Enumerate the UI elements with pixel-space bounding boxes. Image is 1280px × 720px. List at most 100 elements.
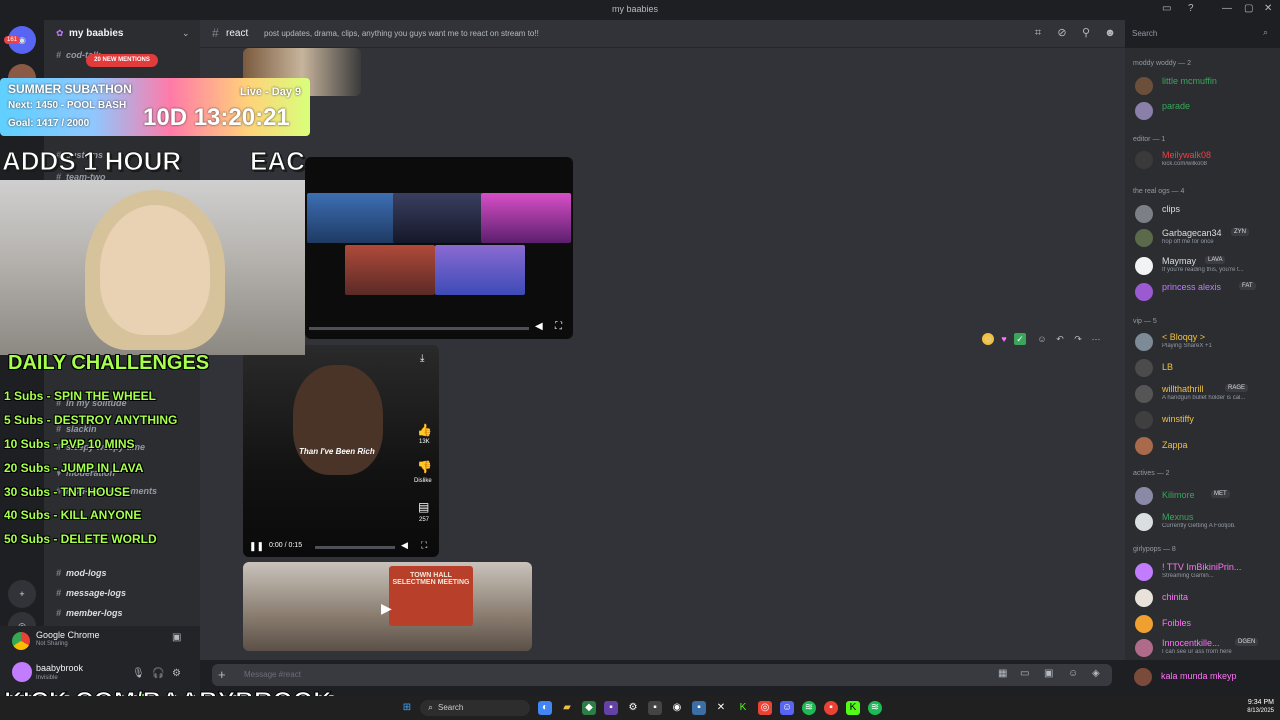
pause-icon[interactable]: ❚❚: [249, 541, 264, 552]
settings-gear-icon[interactable]: ⚙: [172, 668, 181, 679]
pin-icon[interactable]: ⚲: [1080, 27, 1092, 39]
avatar[interactable]: [12, 662, 32, 682]
member-item[interactable]: Mexnus Currently Getting A Footjob.: [1135, 510, 1275, 534]
search-icon: ⌕: [1262, 27, 1268, 37]
channel-item[interactable]: # member-logs: [52, 604, 196, 622]
video-progress[interactable]: [309, 327, 529, 330]
chrome-icon[interactable]: ◎: [758, 701, 772, 715]
fullscreen-icon[interactable]: ⛶: [421, 540, 427, 551]
microphone-icon[interactable]: 🎙: [132, 668, 145, 679]
play-icon[interactable]: ▶: [381, 600, 392, 617]
member-item[interactable]: parade: [1135, 99, 1275, 123]
spotify-icon[interactable]: ≋: [868, 701, 882, 715]
windows-start-icon[interactable]: ⊞: [400, 701, 414, 715]
video-progress[interactable]: [315, 546, 395, 549]
download-icon[interactable]: ⤓: [420, 353, 424, 364]
app-icon[interactable]: ▪: [824, 701, 838, 715]
video-tile: [393, 193, 483, 243]
channel-header: # react post updates, drama, clips, anyt…: [200, 20, 1125, 48]
mute-icon[interactable]: ⊘: [1056, 27, 1068, 39]
app-icon[interactable]: ▪: [692, 701, 706, 715]
forward-icon[interactable]: ↷: [1072, 333, 1084, 345]
heart-icon[interactable]: ♥: [998, 333, 1010, 345]
kick-icon[interactable]: K: [736, 701, 750, 715]
member-item[interactable]: Kilimore MET: [1135, 484, 1275, 508]
taskbar-search-label: Search: [438, 703, 464, 712]
like-icon[interactable]: 👍: [417, 423, 432, 437]
member-item[interactable]: Garbagecan34 ZYN hop off me for once: [1135, 226, 1275, 250]
volume-icon[interactable]: ◀: [401, 540, 408, 551]
obs-icon[interactable]: ◉: [670, 701, 684, 715]
video-time: 0:00 / 0:15: [269, 542, 303, 549]
reply-icon[interactable]: ↶: [1054, 333, 1066, 345]
member-item[interactable]: clips: [1135, 202, 1275, 226]
dislike-icon[interactable]: 👎: [417, 460, 432, 474]
video-attachment[interactable]: TOWN HALL SELECTMEN MEETING ▶: [243, 562, 532, 651]
new-mentions-badge[interactable]: 20 NEW MENTIONS: [86, 54, 158, 67]
username[interactable]: baabybrook: [36, 663, 83, 673]
member-item[interactable]: < Bloqqy > Playing ShareX +1: [1135, 330, 1275, 354]
member-item[interactable]: princess alexis FAT: [1135, 280, 1275, 304]
more-icon[interactable]: ⋯: [1090, 333, 1102, 345]
member-item[interactable]: Zappa: [1135, 434, 1275, 458]
add-server-icon[interactable]: +: [8, 580, 36, 608]
share-screen-icon[interactable]: ▣: [172, 632, 181, 643]
member-item[interactable]: LB: [1135, 356, 1275, 380]
clock-date[interactable]: 8/13/2025: [1232, 708, 1274, 714]
gift-icon[interactable]: ▦: [998, 668, 1007, 679]
app-icon[interactable]: ▪: [604, 701, 618, 715]
chevron-down-icon[interactable]: ⌄: [182, 28, 190, 39]
clock-time[interactable]: 9:34 PM: [1240, 699, 1274, 706]
headphones-icon[interactable]: 🎧: [152, 668, 164, 679]
volume-icon[interactable]: ◀: [535, 321, 543, 332]
member-item[interactable]: chinita: [1135, 586, 1275, 610]
member-item[interactable]: Foibles: [1135, 612, 1275, 636]
inbox-icon[interactable]: ▭: [1162, 3, 1171, 14]
emoji-icon[interactable]: ☺: [1068, 668, 1078, 679]
close-icon[interactable]: ✕: [1264, 3, 1272, 14]
member-item[interactable]: little mcmuffin: [1135, 74, 1275, 98]
discord-icon[interactable]: ☺: [780, 701, 794, 715]
reaction-emoji[interactable]: ☺: [982, 333, 994, 345]
apps-icon[interactable]: ◈: [1092, 668, 1100, 679]
add-reaction-icon[interactable]: ☺: [1036, 333, 1048, 345]
message-input[interactable]: + Message #react ▦ ▭ ▣ ☺ ◈: [212, 664, 1112, 686]
edge-icon[interactable]: ◐: [538, 701, 552, 715]
app-icon[interactable]: ▪: [648, 701, 662, 715]
gif-icon[interactable]: ▭: [1020, 668, 1029, 679]
maximize-icon[interactable]: ▢: [1244, 3, 1253, 14]
member-item[interactable]: Innocentkille... DGEN I can see ur ass fro…: [1135, 636, 1275, 660]
title-bar: my baabies ▭ ? — ▢ ✕: [0, 0, 1280, 20]
channel-item[interactable]: # mod-logs: [52, 564, 196, 582]
avatar: [1135, 487, 1153, 505]
comment-icon[interactable]: ▤: [418, 500, 429, 514]
member-item[interactable]: Meilywalk08 kick.com/wilko08: [1135, 148, 1275, 172]
x-icon[interactable]: ✕: [714, 701, 728, 715]
spotify-icon[interactable]: ≋: [802, 701, 816, 715]
settings-gear-icon[interactable]: ⚙: [626, 701, 640, 715]
member-item[interactable]: willthathrill RAGE A handgun bullet holder…: [1135, 382, 1275, 406]
member-item[interactable]: Maymay LAVA If you're reading this, you're…: [1135, 254, 1275, 278]
subathon-panel: SUMMER SUBATHON Next: 1450 - POOL BASH G…: [0, 78, 310, 136]
taskbar-search[interactable]: ⌕ Search: [420, 700, 530, 716]
channel-item[interactable]: # message-logs: [52, 584, 196, 602]
help-icon[interactable]: ?: [1188, 3, 1194, 14]
video-attachment[interactable]: Than I've Been Rich ⤓ 👍 13K 👎 Dislike ▤ …: [243, 345, 439, 557]
check-icon[interactable]: ✓: [1014, 333, 1026, 345]
search-input[interactable]: Search ⌕: [1128, 24, 1274, 44]
attach-icon[interactable]: +: [218, 667, 226, 682]
threads-icon[interactable]: ⌗: [1032, 27, 1044, 39]
video-attachment[interactable]: ◀ ⛶: [305, 157, 573, 339]
fullscreen-icon[interactable]: ⛶: [555, 321, 562, 332]
kick-icon[interactable]: K: [846, 701, 860, 715]
members-icon[interactable]: ☻: [1104, 27, 1116, 39]
channel-topic[interactable]: post updates, drama, clips, anything you…: [264, 29, 539, 38]
nvidia-icon[interactable]: ◆: [582, 701, 596, 715]
member-item[interactable]: winstiffy: [1135, 408, 1275, 432]
sticker-icon[interactable]: ▣: [1044, 668, 1053, 679]
server-name[interactable]: my baabies: [44, 20, 200, 48]
member-item[interactable]: ! TTV ImBikiniPrin... Streaming Gamin...: [1135, 560, 1275, 584]
folder-icon[interactable]: ▰: [560, 701, 574, 715]
minimize-icon[interactable]: —: [1222, 3, 1232, 14]
member-item[interactable]: kala munda mkeyp: [1124, 666, 1274, 690]
